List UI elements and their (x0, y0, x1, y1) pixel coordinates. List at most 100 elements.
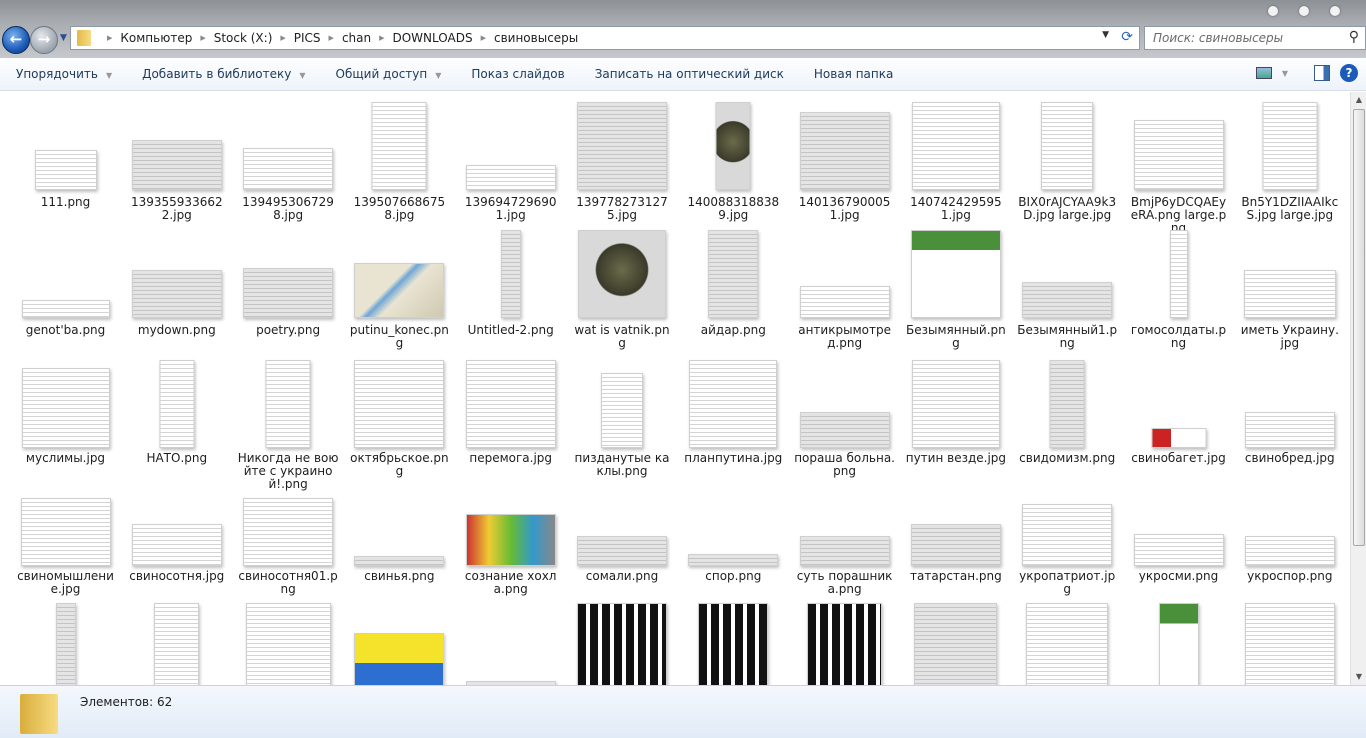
file-item[interactable]: татарстан.png (900, 92, 1011, 583)
file-thumbnail[interactable] (1041, 102, 1094, 190)
file-name[interactable]: Untitled-2.png (460, 324, 561, 337)
file-name[interactable]: свинобагет.jpg (1128, 452, 1229, 465)
add-to-library-button[interactable]: Добавить в библиотеку ▼ (126, 67, 319, 81)
chevron-right-icon[interactable]: ▶ (379, 34, 384, 42)
maximize-button[interactable] (1299, 6, 1309, 16)
burn-disc-button[interactable]: Записать на оптический диск (579, 67, 798, 81)
file-item[interactable]: спор.png (678, 92, 789, 583)
file-thumbnail[interactable] (799, 286, 890, 318)
file-thumbnail[interactable] (1133, 534, 1224, 566)
file-item[interactable]: укроспор.png (1234, 92, 1345, 583)
file-thumbnail[interactable] (465, 514, 556, 566)
file-name[interactable]: 111.png (15, 196, 116, 209)
scroll-down-icon[interactable]: ▼ (1351, 669, 1366, 685)
file-name[interactable]: свиносотня.jpg (126, 570, 227, 583)
close-button[interactable] (1330, 6, 1340, 16)
file-thumbnail[interactable] (1158, 603, 1199, 685)
refresh-icon[interactable]: ⟳ (1121, 29, 1133, 45)
file-name[interactable]: укросми.png (1128, 570, 1229, 583)
chevron-right-icon[interactable]: ▶ (200, 34, 205, 42)
file-thumbnail[interactable] (799, 536, 890, 566)
view-dropdown-icon[interactable]: ▼ (1282, 69, 1288, 78)
file-name[interactable]: сознание хохла.png (460, 570, 561, 596)
file-thumbnail[interactable] (354, 360, 445, 448)
breadcrumb-computer[interactable]: Компьютер (120, 31, 192, 45)
breadcrumb-current[interactable]: свиновысеры (494, 31, 578, 45)
search-input[interactable]: Поиск: свиновысеры ⚲ (1144, 26, 1366, 50)
file-thumbnail[interactable] (131, 140, 222, 190)
file-thumbnail[interactable] (500, 230, 521, 318)
file-thumbnail[interactable] (1133, 120, 1224, 190)
file-thumbnail[interactable] (1244, 536, 1335, 566)
file-name[interactable]: укропатриот.jpg (1017, 570, 1118, 596)
file-thumbnail[interactable] (1244, 412, 1335, 448)
file-thumbnail[interactable] (601, 373, 643, 448)
file-thumbnail[interactable] (1151, 428, 1206, 448)
file-item[interactable]: свинья.png (344, 92, 455, 583)
file-thumbnail[interactable] (154, 603, 200, 685)
file-name[interactable]: genot'ba.png (15, 324, 116, 337)
scrollbar-thumb[interactable] (1353, 109, 1365, 546)
file-name[interactable]: Безымянный1.png (1017, 324, 1118, 350)
file-name[interactable]: свиномышление.jpg (15, 570, 116, 596)
file-thumbnail[interactable] (20, 498, 111, 566)
file-name[interactable]: перемога.jpg (460, 452, 561, 465)
file-thumbnail[interactable] (910, 230, 1001, 318)
file-name[interactable]: антикрымотред.png (794, 324, 895, 350)
file-name[interactable]: poetry.png (238, 324, 339, 337)
file-thumbnail[interactable] (1049, 360, 1085, 448)
search-icon[interactable]: ⚲ (1349, 29, 1359, 45)
file-thumbnail[interactable] (1026, 603, 1109, 685)
file-name[interactable]: суть порашника.png (794, 570, 895, 596)
share-button[interactable]: Общий доступ ▼ (320, 67, 456, 81)
file-thumbnail[interactable] (55, 603, 76, 685)
file-name[interactable]: свинобред.jpg (1239, 452, 1340, 465)
help-icon[interactable]: ? (1340, 64, 1358, 82)
file-thumbnail[interactable] (243, 498, 334, 566)
file-name[interactable]: сомали.png (572, 570, 673, 583)
file-thumbnail[interactable] (371, 102, 427, 190)
file-thumbnail[interactable] (21, 300, 110, 318)
file-name[interactable]: путин везде.jpg (905, 452, 1006, 465)
file-thumbnail[interactable] (911, 102, 1000, 190)
file-name[interactable]: putinu_konec.png (349, 324, 450, 350)
file-name[interactable]: планпутина.jpg (683, 452, 784, 465)
file-thumbnail[interactable] (245, 603, 331, 685)
file-name[interactable]: НАТО.png (126, 452, 227, 465)
file-name[interactable]: Безымянный.png (905, 324, 1006, 350)
file-thumbnail[interactable] (807, 603, 883, 685)
file-item[interactable]: сомали.png (567, 92, 678, 583)
file-thumbnail[interactable] (1262, 102, 1318, 190)
file-item[interactable]: свиносотня.jpg (121, 92, 232, 583)
file-name[interactable]: укроспор.png (1239, 570, 1340, 583)
chevron-right-icon[interactable]: ▶ (481, 34, 486, 42)
file-name[interactable]: айдар.png (683, 324, 784, 337)
change-view-icon[interactable] (1255, 67, 1272, 79)
file-thumbnail[interactable] (131, 270, 222, 318)
address-bar[interactable]: ▶ Компьютер ▶ Stock (X:) ▶ PICS ▶ chan ▶ DOWN… (70, 26, 1140, 50)
minimize-button[interactable] (1268, 6, 1278, 16)
file-name[interactable]: спор.png (683, 570, 784, 583)
file-thumbnail[interactable] (1022, 282, 1113, 318)
file-thumbnail[interactable] (21, 368, 110, 448)
file-thumbnail[interactable] (715, 102, 751, 190)
file-thumbnail[interactable] (911, 360, 1000, 448)
file-thumbnail[interactable] (698, 603, 769, 685)
file-name[interactable]: иметь Украину.jpg (1239, 324, 1340, 350)
file-item[interactable]: свиномышление.jpg (10, 92, 121, 596)
file-thumbnail[interactable] (1244, 603, 1335, 685)
file-name[interactable]: mydown.png (126, 324, 227, 337)
file-name[interactable]: свиносотня01.png (238, 570, 339, 596)
breadcrumb-chan[interactable]: chan (342, 31, 371, 45)
file-thumbnail[interactable] (799, 112, 890, 190)
file-item[interactable]: укропатриот.jpg (1012, 92, 1123, 596)
file-thumbnail[interactable] (1169, 230, 1188, 318)
organize-button[interactable]: Упорядочить ▼ (0, 67, 126, 81)
chevron-right-icon[interactable]: ▶ (329, 34, 334, 42)
file-thumbnail[interactable] (577, 102, 667, 190)
file-item[interactable]: укросми.png (1123, 92, 1234, 583)
back-button[interactable]: ← (2, 26, 30, 54)
file-thumbnail[interactable] (354, 263, 445, 318)
slideshow-button[interactable]: Показ слайдов (455, 67, 578, 81)
file-item[interactable]: сознание хохла.png (455, 92, 566, 596)
